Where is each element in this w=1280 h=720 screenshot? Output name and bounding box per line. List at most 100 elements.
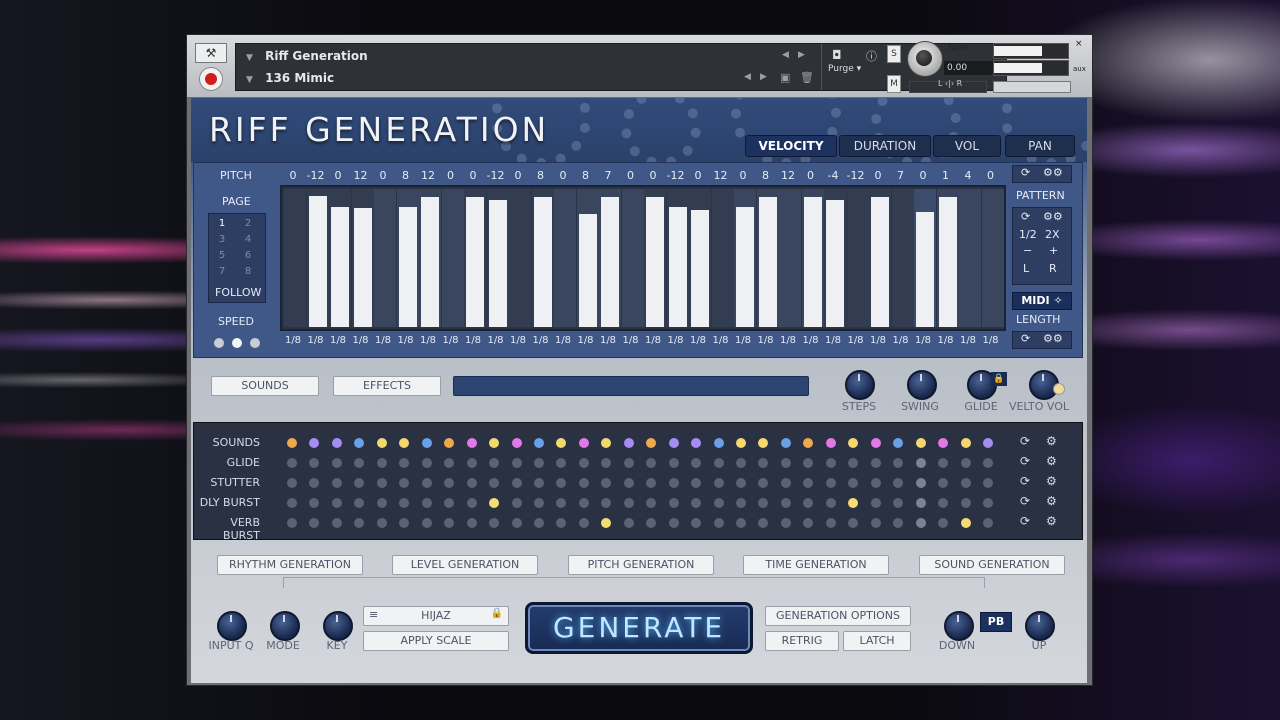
matrix-step[interactable] [309,498,320,508]
velocity-step[interactable] [329,189,351,327]
velocity-bar[interactable] [578,214,597,327]
velocity-bar[interactable] [758,197,777,327]
velocity-step[interactable] [374,189,396,327]
matrix-step[interactable] [331,458,342,468]
matrix-step[interactable] [399,458,410,468]
length-value[interactable]: 1/8 [350,335,372,346]
matrix-step[interactable] [803,438,814,448]
matrix-step[interactable] [938,458,949,468]
matrix-step[interactable] [533,498,544,508]
matrix-step[interactable] [287,458,297,468]
length-value[interactable]: 1/8 [980,335,1002,346]
matrix-step[interactable] [309,438,320,448]
prev-snapshot-icon[interactable]: ◀ [744,72,751,82]
matrix-step[interactable] [758,458,769,468]
matrix-step[interactable] [982,518,993,528]
tab-pan[interactable]: PAN [1005,135,1075,157]
matrix-step[interactable] [691,438,702,448]
matrix-step[interactable] [421,498,432,508]
length-value[interactable]: 1/8 [890,335,912,346]
randomize-row-icon[interactable]: ⟳ [1020,514,1030,528]
matrix-step[interactable] [354,478,365,488]
matrix-step[interactable] [601,478,612,488]
shift-right-button[interactable]: R [1049,262,1057,275]
matrix-step[interactable] [556,438,567,448]
matrix-step[interactable] [825,438,836,448]
velocity-step[interactable] [576,189,599,327]
matrix-step[interactable] [376,478,387,488]
matrix-step[interactable] [444,518,455,528]
matrix-step[interactable] [915,478,926,488]
matrix-step[interactable] [556,458,567,468]
length-value[interactable]: 1/8 [305,335,327,346]
matrix-step[interactable] [646,458,657,468]
delete-icon[interactable]: 🗑 [800,71,814,84]
velocity-grid[interactable] [280,185,1006,331]
velocity-step[interactable] [351,189,374,327]
velocity-step[interactable] [824,189,846,327]
velocity-step[interactable] [914,189,936,327]
matrix-step[interactable] [578,458,589,468]
shift-left-button[interactable]: L [1023,262,1029,275]
velocity-step[interactable] [779,189,801,327]
velocity-step[interactable] [419,189,441,327]
matrix-step[interactable] [444,458,455,468]
tune-value[interactable]: 0.00 [944,61,993,75]
row-gears-icon[interactable]: ⚙ [1046,474,1057,488]
minus-button[interactable]: − [1023,244,1032,257]
matrix-step[interactable] [870,518,881,528]
length-value[interactable]: 1/8 [462,335,484,346]
info-icon[interactable]: ⓘ [866,48,877,64]
instrument-name[interactable]: Riff Generation [265,49,368,63]
velocity-step[interactable] [486,189,509,327]
page-8[interactable]: 8 [241,266,255,277]
matrix-step[interactable] [287,498,297,508]
matrix-step[interactable] [803,518,814,528]
matrix-step[interactable] [803,458,814,468]
length-value[interactable]: 1/8 [687,335,709,346]
pitch-value[interactable]: 8 [575,169,597,182]
velocity-bar[interactable] [826,200,844,327]
page-2[interactable]: 2 [241,218,255,229]
velocity-bar[interactable] [466,197,484,327]
pitch-bend-up-knob[interactable] [1025,611,1055,641]
matrix-step[interactable] [713,518,724,528]
wrench-icon[interactable]: ⚒ [195,43,227,63]
length-value[interactable]: 1/8 [732,335,754,346]
half-button[interactable]: 1/2 [1019,228,1037,241]
pitch-value[interactable]: 8 [395,169,417,182]
matrix-step[interactable] [713,458,724,468]
matrix-step[interactable] [331,478,342,488]
length-value[interactable]: 1/8 [282,335,304,346]
matrix-step[interactable] [938,498,949,508]
length-value[interactable]: 1/8 [417,335,439,346]
randomize-pattern-icon[interactable]: ⟳ [1021,210,1030,223]
matrix-step[interactable] [331,518,342,528]
matrix-step[interactable] [533,438,544,448]
length-value[interactable]: 1/8 [912,335,934,346]
matrix-step[interactable] [354,518,365,528]
matrix-step[interactable] [668,458,679,468]
pattern-gears-icon[interactable]: ⚙⚙ [1043,210,1063,223]
matrix-step[interactable] [399,438,410,448]
next-snapshot-icon[interactable]: ▶ [760,72,767,82]
level-generation-button[interactable]: LEVEL GENERATION [392,555,538,575]
velocity-step[interactable] [891,189,914,327]
length-gears-icon[interactable]: ⚙⚙ [1043,332,1063,345]
matrix-step[interactable] [646,478,657,488]
page-6[interactable]: 6 [241,250,255,261]
matrix-step[interactable] [848,498,859,508]
velocity-bar[interactable] [331,207,349,327]
matrix-step[interactable] [825,518,836,528]
matrix-step[interactable] [354,458,365,468]
length-value[interactable]: 1/8 [665,335,687,346]
pitch-gears-icon[interactable]: ⚙⚙ [1043,166,1063,179]
velocity-bar[interactable] [691,210,709,327]
row-gears-icon[interactable]: ⚙ [1046,514,1057,528]
matrix-step[interactable] [399,478,410,488]
sound-generation-button[interactable]: SOUND GENERATION [919,555,1065,575]
matrix-step[interactable] [780,518,791,528]
matrix-step[interactable] [578,478,589,488]
swing-knob[interactable] [907,370,937,400]
matrix-step[interactable] [578,438,589,448]
